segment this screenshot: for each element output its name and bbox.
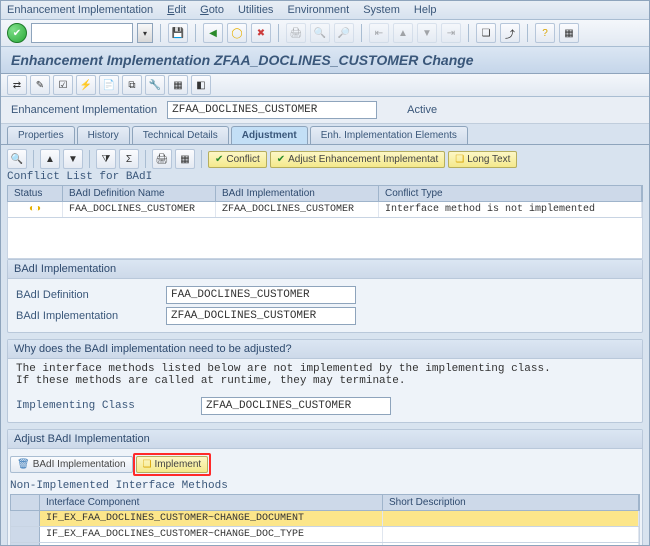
why-header: Why does the BAdI implementation need to…: [8, 340, 642, 359]
badi-impl-header: BAdI Implementation: [8, 260, 642, 279]
last-page-icon: ⇥: [441, 23, 461, 43]
table-row[interactable]: IF_EX_FAA_DOCLINES_CUSTOMER~CHANGE_DOCUM…: [10, 511, 640, 527]
why-section: Why does the BAdI implementation need to…: [7, 339, 643, 423]
delete-badi-button[interactable]: 🗑BAdI Implementation: [10, 456, 133, 473]
tab-properties[interactable]: Properties: [7, 126, 75, 144]
sum-icon[interactable]: Σ: [119, 149, 139, 169]
adjust-button[interactable]: ✔Adjust Enhancement Implementat: [270, 151, 445, 168]
menu-system[interactable]: System: [363, 4, 400, 16]
non-impl-table: Interface Component Short Description IF…: [10, 494, 640, 546]
ei-status: Active: [407, 104, 437, 116]
highlight-box: ❏Implement: [133, 453, 212, 476]
menu-goto[interactable]: Goto: [200, 4, 224, 16]
ei-label: Enhancement Implementation: [11, 104, 157, 116]
exit-icon[interactable]: ◯: [227, 23, 247, 43]
tabstrip: Properties History Technical Details Adj…: [1, 124, 649, 145]
tab-adjustment[interactable]: Adjustment: [231, 126, 308, 144]
detail-icon[interactable]: 🔍: [7, 149, 27, 169]
activate-icon[interactable]: ⚡: [76, 75, 96, 95]
adjust-header: Adjust BAdI Implementation: [8, 430, 642, 449]
ei-value-field[interactable]: ZFAA_DOCLINES_CUSTOMER: [167, 101, 377, 119]
layout-icon[interactable]: ▦: [559, 23, 579, 43]
menu-enhancement[interactable]: Enhancement Implementation: [7, 4, 153, 16]
menu-environment[interactable]: Environment: [287, 4, 349, 16]
implement-button[interactable]: ❏Implement: [136, 456, 209, 473]
badi-impl-section: BAdI Implementation BAdI DefinitionFAA_D…: [7, 259, 643, 333]
sort-asc-icon[interactable]: ▲: [40, 149, 60, 169]
save-icon[interactable]: 💾: [168, 23, 188, 43]
new-session-icon[interactable]: ❏: [476, 23, 496, 43]
tab-history[interactable]: History: [77, 126, 130, 144]
tool-icon[interactable]: 🔧: [145, 75, 165, 95]
sap-window: Enhancement Implementation Edit Goto Uti…: [0, 0, 650, 546]
command-field[interactable]: [31, 23, 133, 43]
implement-icon: ❏: [143, 459, 152, 470]
back-icon[interactable]: ◀: [203, 23, 223, 43]
conflict-table-header: Status BAdI Definition Name BAdI Impleme…: [7, 185, 643, 202]
menu-utilities[interactable]: Utilities: [238, 4, 273, 16]
shortcut-icon[interactable]: ⤴: [500, 23, 520, 43]
header-row: Enhancement Implementation ZFAA_DOCLINES…: [1, 97, 649, 124]
page-title: Enhancement Implementation ZFAA_DOCLINES…: [1, 47, 649, 74]
trash-icon: 🗑: [17, 459, 30, 470]
other-object-icon[interactable]: ✎: [30, 75, 50, 95]
next-page-icon: ▼: [417, 23, 437, 43]
adjust-section: Adjust BAdI Implementation 🗑BAdI Impleme…: [7, 429, 643, 546]
alv-toolbar: 🔍 ▲ ▼ ⧩ Σ 🖨 ▦ ✔Conflict ✔Adjust Enhancem…: [7, 149, 643, 169]
longtext-button[interactable]: ❏Long Text: [448, 151, 517, 168]
export-icon[interactable]: ▦: [175, 149, 195, 169]
prev-page-icon: ▲: [393, 23, 413, 43]
display-toggle-icon[interactable]: ⇄: [7, 75, 27, 95]
print-icon: 🖨: [286, 23, 306, 43]
tree-icon[interactable]: ⧉: [122, 75, 142, 95]
first-page-icon: ⇤: [369, 23, 389, 43]
misc-icon[interactable]: ◧: [191, 75, 211, 95]
tab-technical-details[interactable]: Technical Details: [132, 126, 229, 144]
implementing-class-field[interactable]: ZFAA_DOCLINES_CUSTOMER: [201, 397, 391, 415]
conflict-empty-area: [7, 218, 643, 259]
conflict-list-header: Conflict List for BAdI: [7, 171, 643, 183]
sort-desc-icon[interactable]: ▼: [63, 149, 83, 169]
status-icon: ◐◑: [23, 204, 47, 215]
conflict-button[interactable]: ✔Conflict: [208, 151, 267, 168]
more-icon[interactable]: ▦: [168, 75, 188, 95]
enter-button[interactable]: ✔: [7, 23, 27, 43]
check-icon[interactable]: ☑: [53, 75, 73, 95]
print-list-icon[interactable]: 🖨: [152, 149, 172, 169]
cancel-icon[interactable]: ✖: [251, 23, 271, 43]
menu-help[interactable]: Help: [414, 4, 437, 16]
badi-def-field: FAA_DOCLINES_CUSTOMER: [166, 286, 356, 304]
filter-icon[interactable]: ⧩: [96, 149, 116, 169]
workarea: 🔍 ▲ ▼ ⧩ Σ 🖨 ▦ ✔Conflict ✔Adjust Enhancem…: [1, 145, 649, 546]
tab-enh-elements[interactable]: Enh. Implementation Elements: [310, 126, 468, 144]
menu-bar: Enhancement Implementation Edit Goto Uti…: [1, 1, 649, 20]
find-icon: 🔍: [310, 23, 330, 43]
non-impl-sub: Non-Implemented Interface Methods: [10, 480, 640, 492]
conflict-row[interactable]: ◐◑ FAA_DOCLINES_CUSTOMER ZFAA_DOCLINES_C…: [7, 202, 643, 218]
badi-impl-field: ZFAA_DOCLINES_CUSTOMER: [166, 307, 356, 325]
where-used-icon[interactable]: 📄: [99, 75, 119, 95]
system-toolbar: ✔ ▾ 💾 ◀ ◯ ✖ 🖨 🔍 🔎 ⇤ ▲ ▼ ⇥ ❏ ⤴ ? ▦: [1, 20, 649, 47]
find-next-icon: 🔎: [334, 23, 354, 43]
command-dropdown[interactable]: ▾: [137, 23, 153, 43]
table-row[interactable]: IF_EX_FAA_DOCLINES_CUSTOMER~CHANGE_DOC_T…: [10, 527, 640, 543]
menu-edit[interactable]: Edit: [167, 4, 186, 16]
app-toolbar: ⇄ ✎ ☑ ⚡ 📄 ⧉ 🔧 ▦ ◧: [1, 74, 649, 97]
help-icon[interactable]: ?: [535, 23, 555, 43]
